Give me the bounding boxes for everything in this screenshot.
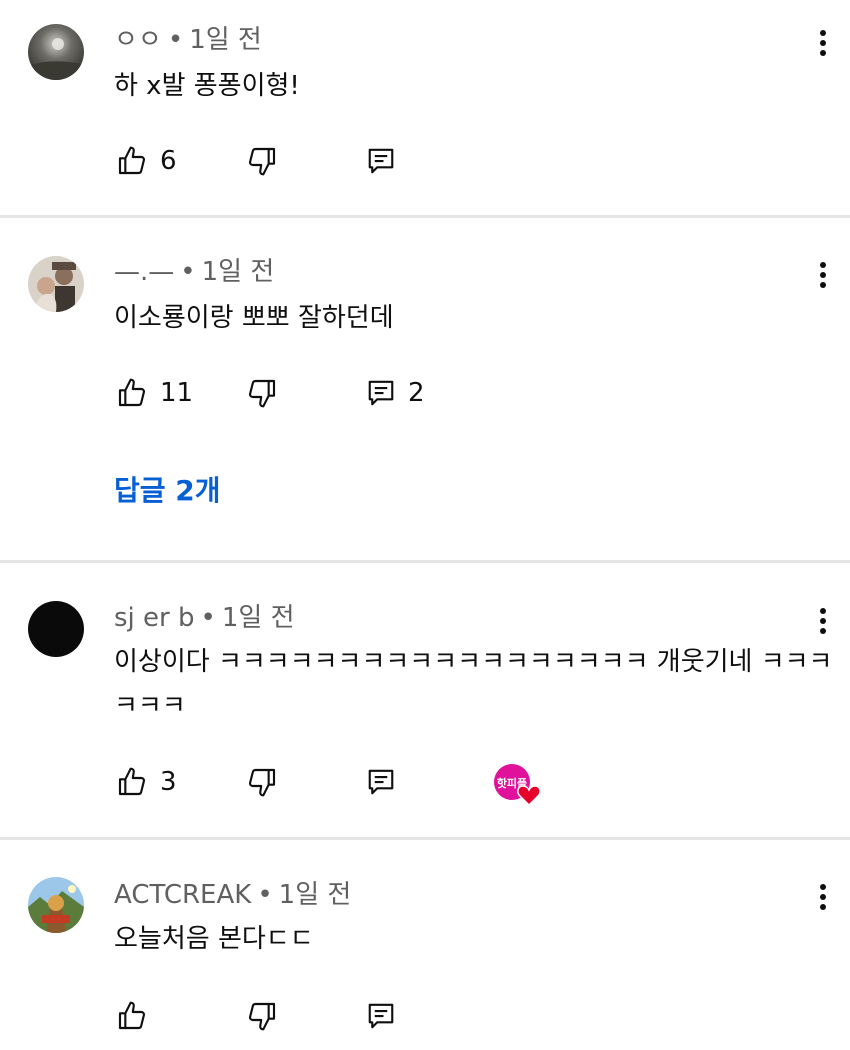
separator-dot: •: [167, 25, 184, 55]
like-button[interactable]: 11: [116, 373, 193, 413]
more-vertical-icon: [819, 882, 827, 912]
thumb-down-icon: [246, 377, 278, 409]
more-vertical-icon: [819, 28, 827, 58]
divider: [0, 560, 850, 563]
like-count: 11: [160, 378, 194, 408]
comment-author[interactable]: —.—: [114, 257, 174, 287]
comment-time: 1일 전: [201, 257, 275, 287]
thumb-up-icon: [116, 377, 148, 409]
reply-comment-icon: [366, 1001, 396, 1031]
avatar[interactable]: [28, 24, 84, 80]
separator-dot: •: [180, 257, 196, 287]
thumb-down-icon: [246, 145, 278, 177]
thumb-up-icon: [116, 766, 148, 798]
avatar[interactable]: [28, 256, 84, 312]
more-options-button[interactable]: [808, 23, 838, 63]
dislike-button[interactable]: [246, 762, 278, 802]
more-vertical-icon: [819, 606, 827, 636]
comment-text: 오늘처음 본다ㄷㄷ: [114, 924, 314, 954]
reply-comment-icon: [366, 378, 396, 408]
dislike-button[interactable]: [246, 141, 278, 181]
like-button[interactable]: 6: [116, 141, 177, 181]
heart-icon: [517, 785, 541, 807]
thumb-down-icon: [246, 766, 278, 798]
more-options-button[interactable]: [808, 877, 838, 917]
view-replies-link[interactable]: 답글 2개: [114, 471, 221, 511]
dislike-button[interactable]: [246, 373, 278, 413]
comment-meta: ACTCREAK • 1일 전: [114, 879, 351, 911]
comment-time: 1일 전: [189, 25, 262, 55]
comment-text: 이소룡이랑 뽀뽀 잘하던데: [114, 303, 394, 333]
comment-meta: ㅇㅇ • 1일 전: [114, 24, 262, 56]
comment-time: 1일 전: [221, 603, 295, 633]
reply-button[interactable]: [366, 762, 396, 802]
avatar[interactable]: [28, 877, 84, 933]
thumb-up-icon: [116, 145, 148, 177]
like-button[interactable]: [116, 996, 160, 1036]
comment-text: 이상이다 ㅋㅋㅋㅋㅋㅋㅋㅋㅋㅋㅋㅋㅋㅋㅋㅋㅋㅋ 개웃기네 ㅋㅋㅋㅋㅋㅋ: [114, 647, 833, 721]
thumb-down-icon: [246, 1000, 278, 1032]
divider: [0, 215, 850, 218]
comment-time: 1일 전: [278, 880, 352, 910]
reply-comment-icon: [366, 767, 396, 797]
like-button[interactable]: 3: [116, 762, 177, 802]
separator-dot: •: [200, 603, 216, 633]
more-options-button[interactable]: [808, 255, 838, 295]
reply-button[interactable]: [366, 141, 396, 181]
more-vertical-icon: [819, 260, 827, 290]
creator-heart-badge: 핫피플: [492, 764, 544, 807]
comment-meta: sj er b • 1일 전: [114, 602, 295, 634]
avatar[interactable]: [28, 601, 84, 657]
reply-count: 2: [408, 378, 425, 408]
like-count: 6: [160, 146, 177, 176]
separator-dot: •: [257, 880, 273, 910]
more-options-button[interactable]: [808, 601, 838, 641]
comment-text: 하 x발 퐁퐁이형!: [114, 71, 300, 101]
thumb-up-icon: [116, 1000, 148, 1032]
reply-button[interactable]: [366, 996, 396, 1036]
comment-author[interactable]: ACTCREAK: [114, 880, 251, 910]
reply-button[interactable]: 2: [366, 373, 425, 413]
like-count: 3: [160, 767, 177, 797]
comment-author[interactable]: ㅇㅇ: [114, 25, 162, 55]
comment-author[interactable]: sj er b: [114, 603, 195, 633]
comment-meta: —.— • 1일 전: [114, 256, 274, 288]
divider: [0, 837, 850, 840]
reply-comment-icon: [366, 146, 396, 176]
dislike-button[interactable]: [246, 996, 278, 1036]
